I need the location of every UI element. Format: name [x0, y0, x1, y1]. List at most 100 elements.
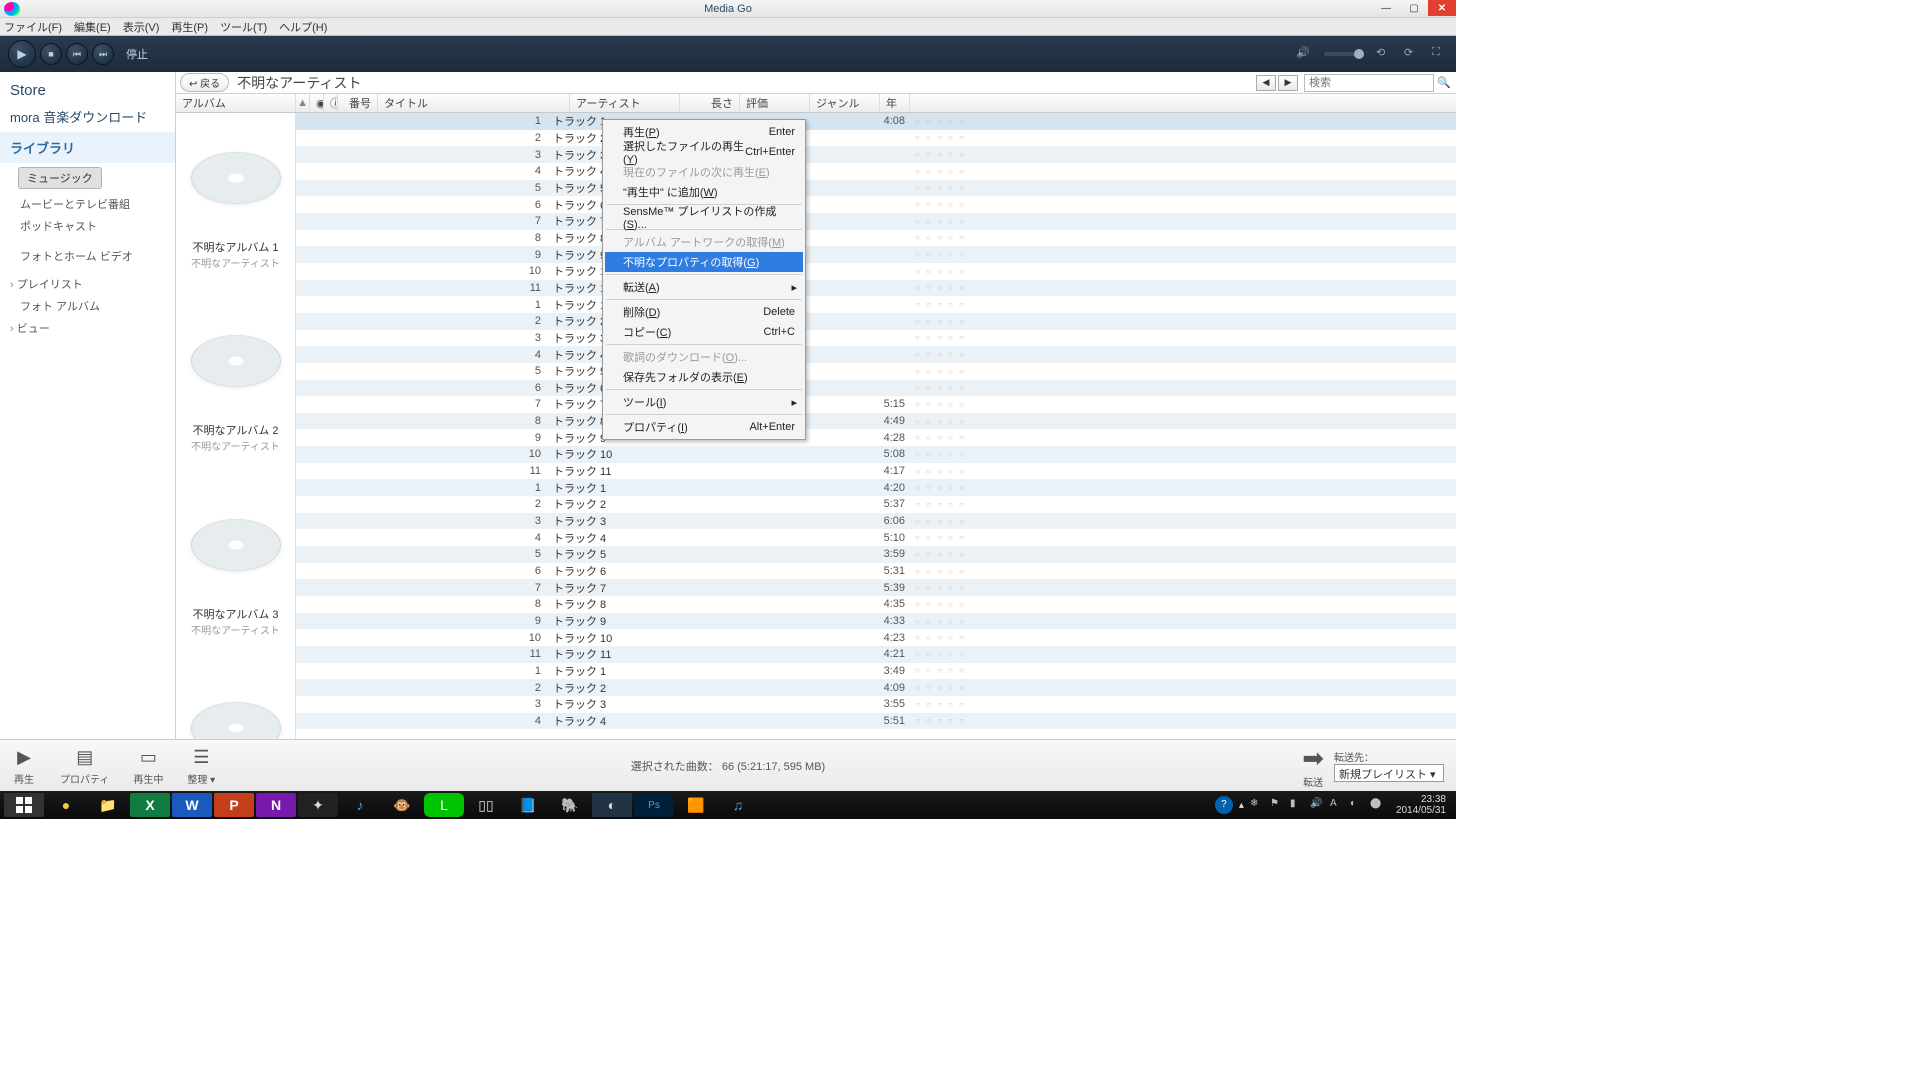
album-block[interactable]: 不明なアルバム 3不明なアーティスト — [176, 480, 295, 663]
taskbar-chrome-icon[interactable]: ● — [46, 793, 86, 817]
col-rating[interactable]: 評価 — [740, 94, 810, 112]
sidebar-item[interactable]: ムービーとテレビ番組 — [0, 193, 175, 215]
track-rating[interactable]: ○ ○ ○ ○ ○ — [911, 367, 981, 376]
menu-help[interactable]: ヘルプ(H) — [279, 19, 327, 35]
track-rating[interactable]: ○ ○ ○ ○ ○ — [911, 417, 981, 426]
track-rating[interactable]: ○ ○ ○ ○ ○ — [911, 350, 981, 359]
repeat-icon[interactable]: ⟳ — [1404, 46, 1420, 62]
sidebar-mora[interactable]: mora 音楽ダウンロード — [0, 103, 175, 132]
taskbar-reader-icon[interactable]: ▯▯ — [466, 793, 506, 817]
track-row[interactable]: 9トラック 94:33○ ○ ○ ○ ○ — [296, 613, 1456, 630]
track-row[interactable]: 1トラック 14:20○ ○ ○ ○ ○ — [296, 479, 1456, 496]
track-rating[interactable]: ○ ○ ○ ○ ○ — [911, 333, 981, 342]
track-rating[interactable]: ○ ○ ○ ○ ○ — [911, 400, 981, 409]
track-rating[interactable]: ○ ○ ○ ○ ○ — [911, 150, 981, 159]
transfer-dest-select[interactable]: 新規プレイリスト ▾ — [1334, 764, 1444, 782]
taskbar-app3-icon[interactable]: 📘 — [508, 793, 548, 817]
taskbar-mediago-icon[interactable]: ◐ — [592, 793, 632, 817]
track-row[interactable]: 7トラック 75:39○ ○ ○ ○ ○ — [296, 579, 1456, 596]
track-rating[interactable]: ○ ○ ○ ○ ○ — [911, 167, 981, 176]
col-title[interactable]: タイトル — [378, 94, 570, 112]
sidebar-item[interactable]: ポッドキャスト — [0, 215, 175, 237]
back-button[interactable]: ↩ 戻る — [180, 73, 229, 92]
sidebar-item[interactable]: フォトとホーム ビデオ — [0, 245, 175, 267]
col-artist[interactable]: アーティスト — [570, 94, 680, 112]
taskbar-onenote-icon[interactable]: N — [256, 793, 296, 817]
track-row[interactable]: 11トラック 114:21○ ○ ○ ○ ○ — [296, 646, 1456, 663]
bottom-nowplaying-button[interactable]: ▭再生中 — [133, 745, 163, 786]
context-menu-item[interactable]: 保存先フォルダの表示(E) — [605, 367, 803, 387]
track-row[interactable]: 1トラック 14:08○ ○ ○ ○ ○ — [296, 113, 1456, 130]
context-menu-item[interactable]: プロパティ(I)Alt+Enter — [605, 417, 803, 437]
sidebar-item-view[interactable]: ビュー — [0, 317, 175, 339]
tray-icon[interactable]: ❄ — [1250, 798, 1264, 812]
track-rating[interactable]: ○ ○ ○ ○ ○ — [911, 650, 981, 659]
track-row[interactable]: 4トラック 4○ ○ ○ ○ ○ — [296, 346, 1456, 363]
track-rating[interactable]: ○ ○ ○ ○ ○ — [911, 666, 981, 675]
sort-asc-icon[interactable]: ▲ — [296, 94, 310, 112]
taskbar-word-icon[interactable]: W — [172, 793, 212, 817]
track-row[interactable]: 3トラック 3○ ○ ○ ○ ○ — [296, 146, 1456, 163]
track-row[interactable]: 1トラック 1○ ○ ○ ○ ○ — [296, 296, 1456, 313]
track-row[interactable]: 11トラック 114:17○ ○ ○ ○ ○ — [296, 463, 1456, 480]
track-rating[interactable]: ○ ○ ○ ○ ○ — [911, 300, 981, 309]
track-row[interactable]: 6トラック 65:31○ ○ ○ ○ ○ — [296, 563, 1456, 580]
track-rating[interactable]: ○ ○ ○ ○ ○ — [911, 133, 981, 142]
sidebar-music-pill[interactable]: ミュージック — [18, 167, 102, 189]
track-row[interactable]: 2トラック 2○ ○ ○ ○ ○ — [296, 313, 1456, 330]
track-rating[interactable]: ○ ○ ○ ○ ○ — [911, 183, 981, 192]
track-row[interactable]: 8トラック 84:49○ ○ ○ ○ ○ — [296, 413, 1456, 430]
search-icon[interactable]: 🔍 — [1436, 76, 1452, 89]
track-row[interactable]: 10トラック 104:23○ ○ ○ ○ ○ — [296, 629, 1456, 646]
tray-icon3[interactable]: ⬤ — [1370, 798, 1384, 812]
track-rating[interactable]: ○ ○ ○ ○ ○ — [911, 633, 981, 642]
track-rating[interactable]: ○ ○ ○ ○ ○ — [911, 317, 981, 326]
sidebar-store[interactable]: Store — [0, 78, 175, 103]
context-menu-item[interactable]: 転送(A) — [605, 277, 803, 297]
track-rating[interactable]: ○ ○ ○ ○ ○ — [911, 250, 981, 259]
tray-chevron-icon[interactable]: ▴ — [1239, 800, 1244, 811]
track-row[interactable]: 7トラック 75:15○ ○ ○ ○ ○ — [296, 396, 1456, 413]
bottom-organize-button[interactable]: ☰整理 ▾ — [187, 745, 215, 786]
track-rating[interactable]: ○ ○ ○ ○ ○ — [911, 233, 981, 242]
track-row[interactable]: 5トラック 5○ ○ ○ ○ ○ — [296, 363, 1456, 380]
album-block[interactable]: 不明なアルバム 1不明なアーティスト — [176, 113, 295, 296]
help-tray-icon[interactable]: ? — [1215, 796, 1233, 814]
track-rating[interactable]: ○ ○ ○ ○ ○ — [911, 583, 981, 592]
track-row[interactable]: 5トラック 53:59○ ○ ○ ○ ○ — [296, 546, 1456, 563]
volume-icon[interactable]: 🔊 — [1296, 46, 1312, 62]
track-rating[interactable]: ○ ○ ○ ○ ○ — [911, 716, 981, 725]
taskbar-excel-icon[interactable]: X — [130, 793, 170, 817]
track-rating[interactable]: ○ ○ ○ ○ ○ — [911, 500, 981, 509]
start-button[interactable] — [4, 793, 44, 817]
track-row[interactable]: 10トラック 105:08○ ○ ○ ○ ○ — [296, 446, 1456, 463]
nav-prev-button[interactable]: ◀ — [1256, 75, 1276, 91]
track-row[interactable]: 9トラック 94:28○ ○ ○ ○ ○ — [296, 429, 1456, 446]
shuffle-icon[interactable]: ⟲ — [1376, 46, 1392, 62]
tray-icon2[interactable]: ◐ — [1350, 798, 1364, 812]
context-menu-item[interactable]: コピー(C)Ctrl+C — [605, 322, 803, 342]
track-rating[interactable]: ○ ○ ○ ○ ○ — [911, 383, 981, 392]
volume-slider[interactable] — [1324, 52, 1364, 56]
menu-play[interactable]: 再生(P) — [171, 19, 208, 35]
tray-flag-icon[interactable]: ⚑ — [1270, 798, 1284, 812]
menu-edit[interactable]: 編集(E) — [74, 19, 111, 35]
col-indicator1[interactable]: ◉ — [310, 94, 324, 112]
track-row[interactable]: 6トラック 6○ ○ ○ ○ ○ — [296, 380, 1456, 397]
col-length[interactable]: 長さ — [680, 94, 740, 112]
track-rating[interactable]: ○ ○ ○ ○ ○ — [911, 517, 981, 526]
taskbar-clock[interactable]: 23:382014/05/31 — [1390, 794, 1452, 816]
track-row[interactable]: 6トラック 6○ ○ ○ ○ ○ — [296, 196, 1456, 213]
taskbar-evernote-icon[interactable]: 🐘 — [550, 793, 590, 817]
track-row[interactable]: 3トラック 3○ ○ ○ ○ ○ — [296, 330, 1456, 347]
taskbar-app-icon[interactable]: ✦ — [298, 793, 338, 817]
track-row[interactable]: 2トラック 24:09○ ○ ○ ○ ○ — [296, 679, 1456, 696]
track-row[interactable]: 4トラック 45:10○ ○ ○ ○ ○ — [296, 529, 1456, 546]
track-rating[interactable]: ○ ○ ○ ○ ○ — [911, 467, 981, 476]
track-row[interactable]: 9トラック 9○ ○ ○ ○ ○ — [296, 246, 1456, 263]
track-rating[interactable]: ○ ○ ○ ○ ○ — [911, 683, 981, 692]
track-rating[interactable]: ○ ○ ○ ○ ○ — [911, 600, 981, 609]
track-rating[interactable]: ○ ○ ○ ○ ○ — [911, 533, 981, 542]
tray-network-icon[interactable]: ▮ — [1290, 798, 1304, 812]
prev-track-button[interactable]: ⏮ — [66, 43, 88, 65]
